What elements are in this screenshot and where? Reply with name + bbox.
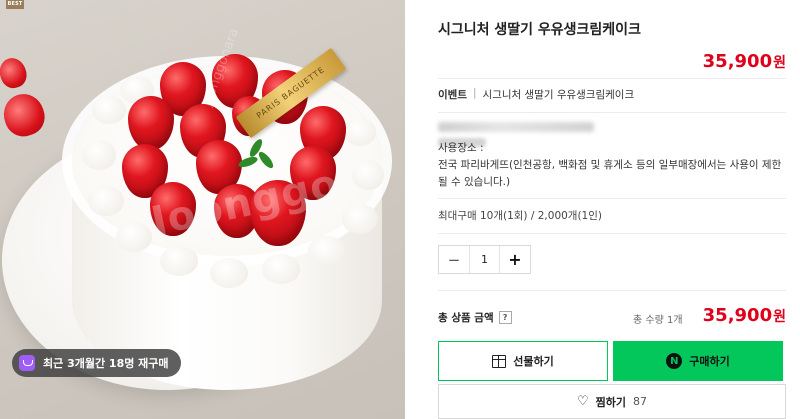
event-row: 이벤트 | 시그니처 생딸기 우유생크림케이크	[438, 87, 634, 102]
quantity-stepper: − 1 +	[438, 245, 531, 274]
total-price-value: 35,900	[702, 305, 773, 326]
price-unit: 원	[773, 55, 786, 71]
repurchase-text: 최근 3개월간 18명 재구매	[43, 357, 169, 370]
gift-icon	[491, 354, 507, 368]
divider	[438, 233, 786, 234]
wishlist-label: 찜하기	[595, 395, 627, 409]
usage-notice: 사용장소 : 전국 파리바게뜨(인천공항, 백화점 및 휴게소 등의 일부매장에…	[438, 142, 782, 188]
help-icon[interactable]: ?	[498, 311, 512, 324]
quantity-value[interactable]: 1	[469, 246, 500, 273]
divider	[438, 198, 786, 199]
gift-button[interactable]: 선물하기	[438, 341, 608, 381]
repurchase-badge: 최근 3개월간 18명 재구매	[12, 349, 181, 377]
background-strawberry	[0, 54, 30, 92]
wishlist-button[interactable]: ♡ 찜하기 87	[438, 384, 786, 419]
heart-icon: ♡	[576, 394, 589, 409]
repurchase-icon	[19, 355, 35, 371]
price-value: 35,900	[702, 51, 773, 72]
event-value: 시그니처 생딸기 우유생크림케이크	[482, 89, 635, 101]
total-price-unit: 원	[773, 309, 786, 325]
gift-button-label: 선물하기	[513, 355, 554, 368]
cream-piping	[88, 186, 124, 216]
product-title: 시그니처 생딸기 우유생크림케이크	[438, 22, 641, 38]
cream-piping	[352, 160, 384, 190]
cream-piping	[92, 96, 126, 124]
quantity-increase-button[interactable]: +	[500, 246, 530, 273]
total-label: 총 상품 금액	[438, 312, 494, 324]
cream-piping	[116, 222, 152, 252]
divider	[438, 290, 786, 291]
event-label: 이벤트	[438, 89, 467, 101]
product-price: 35,900원	[703, 51, 786, 72]
total-price: 35,900원	[703, 305, 786, 326]
naver-pay-icon: N	[666, 353, 683, 369]
event-separator: |	[472, 87, 477, 99]
wishlist-count: 87	[633, 395, 648, 408]
cream-piping	[262, 254, 300, 284]
background-strawberry	[0, 88, 50, 142]
best-tag: BEST	[6, 0, 24, 9]
cream-piping	[160, 246, 198, 276]
divider	[438, 112, 786, 113]
blurred-text	[438, 122, 594, 132]
product-photo[interactable]: BEST PARIS BAGUETTE Joonggo joonggonara …	[0, 0, 405, 419]
cream-piping	[308, 236, 346, 266]
cream-piping	[344, 118, 376, 146]
quantity-decrease-button[interactable]: −	[439, 246, 469, 273]
product-info-panel: 시그니처 생딸기 우유생크림케이크 35,900원 이벤트 | 시그니처 생딸기…	[424, 0, 800, 419]
total-label-group: 총 상품 금액 ?	[438, 310, 512, 325]
cream-piping	[342, 204, 378, 234]
max-purchase-info: 최대구매 10개(1회) / 2,000개(1인)	[438, 210, 602, 222]
total-quantity: 총 수량 1개	[633, 315, 683, 326]
cream-piping	[210, 258, 248, 288]
buy-button[interactable]: N 구매하기	[613, 341, 783, 381]
buy-button-label: 구매하기	[689, 355, 730, 368]
cream-piping	[82, 140, 116, 170]
divider	[438, 78, 786, 79]
